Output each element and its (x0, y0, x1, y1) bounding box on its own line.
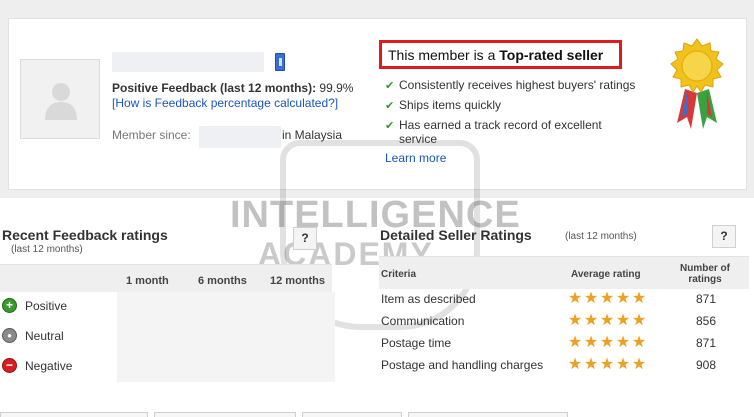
checkmark-icon: ✔ (385, 80, 395, 92)
feedback-row-label: Positive (25, 298, 68, 313)
star-icon: ★ (631, 312, 647, 329)
top-rated-label: Top-rated seller (499, 47, 604, 63)
star-icon: ★ (583, 334, 599, 351)
column-header-number-of-ratings: Number of ratings (680, 263, 730, 285)
feedback-row-positive: + Positive (2, 298, 68, 314)
positive-feedback-value: 99.9% (319, 81, 354, 95)
star-icon: ★ (567, 356, 583, 373)
star-rating: ★ ★ ★ ★ ★ (567, 312, 647, 330)
feedback-row-neutral: ● Neutral (2, 328, 64, 344)
seller-profile-panel: Positive Feedback (last 12 months): 99.9… (0, 0, 754, 198)
negative-icon: − (2, 358, 17, 374)
learn-more-link[interactable]: Learn more (385, 151, 446, 165)
recent-feedback-subtitle: (last 12 months) (11, 244, 83, 255)
rating-row: Communication ★ ★ ★ ★ ★ 856 (381, 312, 751, 332)
checkmark-icon: ✔ (385, 100, 395, 112)
id-verified-icon[interactable] (275, 53, 285, 71)
star-icon: ★ (615, 356, 631, 373)
column-header-6-months: 6 months (198, 275, 247, 287)
detailed-ratings-help-button[interactable]: ? (712, 225, 736, 248)
column-header-criteria: Criteria (381, 269, 417, 280)
checkmark-icon: ✔ (385, 120, 395, 132)
neutral-icon: ● (2, 328, 17, 344)
rating-criteria: Item as described (381, 292, 476, 306)
seller-location: in Malaysia (282, 128, 343, 142)
rating-row: Postage time ★ ★ ★ ★ ★ 871 (381, 334, 751, 354)
feedback-row-label: Negative (25, 358, 73, 373)
top-rated-bullet-text: Has earned a track record of excellent s… (399, 118, 602, 146)
top-rated-bullet: ✔ Consistently receives highest buyers' r… (385, 78, 644, 92)
detailed-ratings-subtitle: (last 12 months) (565, 231, 637, 242)
star-icon: ★ (615, 312, 631, 329)
top-rated-seller-text: This member is a Top-rated seller (388, 47, 603, 63)
star-icon: ★ (567, 312, 583, 329)
seller-profile-card: Positive Feedback (last 12 months): 99.9… (8, 18, 747, 190)
rating-row: Item as described ★ ★ ★ ★ ★ 871 (381, 290, 751, 310)
bottom-tab[interactable] (0, 412, 148, 417)
star-icon: ★ (599, 356, 615, 373)
star-icon: ★ (631, 290, 647, 307)
feedback-row-label: Neutral (25, 328, 64, 343)
star-icon: ★ (615, 334, 631, 351)
bottom-tab[interactable] (408, 412, 568, 417)
rating-count: 856 (695, 314, 717, 328)
detailed-ratings-title: Detailed Seller Ratings (380, 227, 532, 243)
top-rated-bullet-text: Consistently receives highest buyers' ra… (399, 78, 636, 92)
star-icon: ★ (583, 312, 599, 329)
top-rated-bullet: ✔ Has earned a track record of excellent … (385, 118, 639, 146)
recent-feedback-counts-redacted (117, 292, 335, 382)
star-icon: ★ (599, 334, 615, 351)
column-header-average-rating: Average rating (571, 269, 641, 280)
rating-count: 871 (695, 336, 717, 350)
star-icon: ★ (631, 356, 647, 373)
how-feedback-calculated-link[interactable]: [How is Feedback percentage calculated?] (112, 96, 338, 110)
top-rated-medal-icon (670, 38, 724, 129)
rating-count: 871 (695, 292, 717, 306)
star-icon: ★ (615, 290, 631, 307)
star-rating: ★ ★ ★ ★ ★ (567, 334, 647, 352)
star-icon: ★ (631, 334, 647, 351)
star-rating: ★ ★ ★ ★ ★ (567, 356, 647, 374)
detailed-ratings-header: Criteria Average rating Number of rating… (379, 256, 749, 289)
positive-feedback-label: Positive Feedback (last 12 months): (112, 81, 317, 95)
star-icon: ★ (567, 334, 583, 351)
recent-feedback-header: 1 month 6 months 12 months (0, 264, 332, 292)
top-rated-prefix: This member is a (388, 47, 500, 63)
column-header-12-months: 12 months (270, 275, 326, 287)
bottom-tab[interactable] (154, 412, 296, 417)
seller-name-redacted (112, 52, 264, 72)
person-placeholder-icon (45, 83, 77, 120)
positive-feedback-summary: Positive Feedback (last 12 months): 99.9… (112, 81, 353, 95)
star-icon: ★ (567, 290, 583, 307)
column-header-1-month: 1 month (126, 275, 169, 287)
rating-criteria: Communication (381, 314, 465, 328)
feedback-row-negative: − Negative (2, 358, 73, 374)
positive-icon: + (2, 298, 17, 314)
top-rated-seller-highlight: This member is a Top-rated seller (379, 40, 622, 69)
top-rated-bullet: ✔ Ships items quickly (385, 98, 644, 112)
recent-feedback-help-button[interactable]: ? (293, 227, 317, 250)
rating-criteria: Postage time (381, 336, 452, 350)
star-icon: ★ (583, 290, 599, 307)
top-rated-bullet-text: Ships items quickly (399, 98, 502, 112)
member-since-label: Member since: (112, 128, 191, 142)
star-icon: ★ (599, 290, 615, 307)
recent-feedback-title: Recent Feedback ratings (2, 227, 168, 243)
star-rating: ★ ★ ★ ★ ★ (567, 290, 647, 308)
avatar (20, 59, 100, 139)
rating-row: Postage and handling charges ★ ★ ★ ★ ★ 908 (381, 356, 751, 376)
rating-criteria: Postage and handling charges (381, 358, 544, 372)
rating-count: 908 (695, 358, 717, 372)
star-icon: ★ (583, 356, 599, 373)
bottom-tab[interactable] (302, 412, 402, 417)
star-icon: ★ (599, 312, 615, 329)
member-since-date-redacted (199, 126, 281, 148)
